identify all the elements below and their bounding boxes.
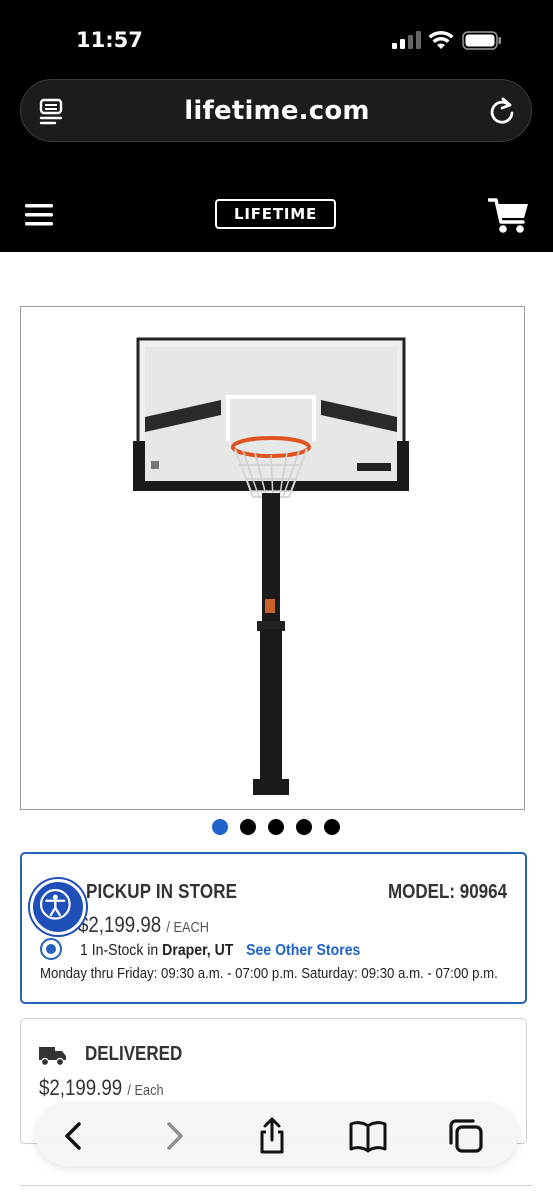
gallery-dot[interactable] (296, 819, 312, 835)
status-bar: 11:57 (0, 0, 553, 80)
pickup-in-store-option[interactable]: PICKUP IN STORE MODEL: 90964 $2,199.98 /… (20, 852, 527, 1004)
bookmarks-icon[interactable] (348, 1116, 388, 1156)
delivery-price-value: $2,199.99 (39, 1075, 123, 1100)
delivery-price-unit: / Each (127, 1082, 164, 1099)
gallery-dot[interactable] (268, 819, 284, 835)
delivery-truck-icon (39, 1047, 66, 1067)
accessibility-icon (39, 888, 71, 920)
gallery-dot[interactable] (240, 819, 256, 835)
logo-text: LIFETIME (233, 205, 318, 223)
stock-status: 1 In-Stock in Draper, UT See Other Store… (80, 942, 360, 960)
gallery-pagination (212, 819, 340, 837)
model-number: MODEL: 90964 (387, 881, 507, 903)
lifetime-logo[interactable]: LIFETIME (215, 199, 336, 229)
see-other-stores-link[interactable]: See Other Stores (246, 942, 360, 959)
status-time: 11:57 (76, 28, 143, 52)
store-hours: Monday thru Friday: 09:30 a.m. - 07:00 p… (40, 965, 498, 982)
pickup-price: $2,199.98 / EACH (78, 912, 209, 938)
browser-chrome: 11:57 lifetime.com LIFETIME (0, 0, 553, 252)
cellular-signal-icon (392, 31, 421, 49)
product-image-frame[interactable] (20, 306, 525, 810)
reload-icon[interactable] (487, 96, 517, 126)
accessibility-button[interactable] (30, 879, 86, 935)
tabs-icon[interactable] (446, 1116, 486, 1156)
battery-icon (462, 31, 501, 50)
gallery-dot[interactable] (212, 819, 228, 835)
address-bar[interactable]: lifetime.com (20, 79, 532, 142)
pickup-title: PICKUP IN STORE (86, 881, 238, 903)
hamburger-menu-icon[interactable] (25, 203, 53, 227)
gallery-dot[interactable] (324, 819, 340, 835)
pickup-price-value: $2,199.98 (78, 912, 162, 937)
divider (20, 1185, 533, 1186)
store-name: Draper, UT (162, 942, 234, 959)
url-text[interactable]: lifetime.com (21, 96, 533, 126)
share-icon[interactable] (252, 1116, 292, 1156)
basketball-hoop-image (133, 337, 409, 795)
browser-toolbar (36, 1104, 518, 1166)
shopping-cart-icon[interactable] (488, 196, 530, 236)
delivery-price: $2,199.99 / Each (39, 1075, 164, 1101)
delivered-title: DELIVERED (85, 1043, 183, 1065)
pickup-price-unit: / EACH (166, 919, 209, 936)
stock-count: 1 In-Stock in (80, 942, 159, 959)
forward-icon[interactable] (154, 1116, 194, 1156)
back-icon[interactable] (54, 1116, 94, 1156)
pickup-radio[interactable] (40, 938, 62, 960)
wifi-icon (428, 30, 454, 49)
